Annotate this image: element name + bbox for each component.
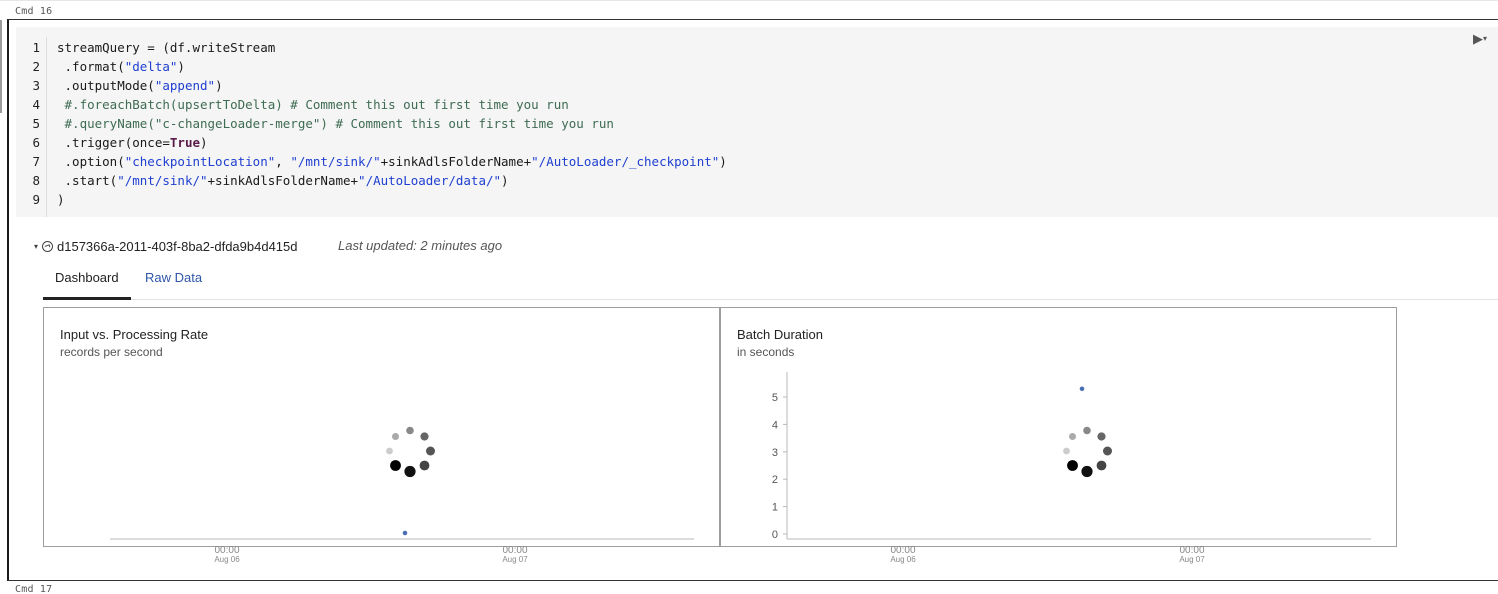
stream-header[interactable]: ▾ d157366a-2011-403f-8ba2-dfda9b4d415d	[34, 238, 298, 254]
line-number: 9	[32, 192, 40, 207]
collapse-toggle-icon[interactable]: ▾	[34, 242, 38, 251]
cell-label-cmd-16: Cmd 16	[15, 6, 53, 17]
x-tick-label: 00:00 Aug 06	[204, 546, 250, 565]
y-tick-label: 3	[772, 447, 778, 459]
line-number: 2	[32, 59, 40, 74]
line-number: 5	[32, 116, 40, 131]
top-divider	[0, 0, 1498, 1]
code-line[interactable]: )	[57, 192, 65, 207]
spinner-dot	[1097, 432, 1106, 441]
cell-resize-handle[interactable]	[0, 20, 2, 113]
stream-tabs: Dashboard Raw Data	[43, 262, 1498, 300]
spinner-dot	[1081, 465, 1093, 478]
x-tick-label: 00:00 Aug 07	[1169, 546, 1215, 565]
line-number: 8	[32, 173, 40, 188]
last-updated-text: Last updated: 2 minutes ago	[338, 238, 503, 253]
play-icon: ▶	[1473, 31, 1483, 46]
chevron-down-icon: ▾	[1483, 34, 1488, 43]
x-tick-label: 00:00 Aug 07	[492, 546, 538, 565]
y-tick-label: 1	[772, 502, 778, 514]
spinner-dot	[426, 446, 435, 456]
cell-label-cmd-17: Cmd 17	[15, 584, 53, 594]
tab-raw-data[interactable]: Raw Data	[145, 262, 215, 300]
x-tick-date: Aug 07	[502, 555, 528, 564]
code-line[interactable]: streamQuery = (df.writeStream	[57, 40, 275, 55]
line-number: 7	[32, 154, 40, 169]
loading-spinner-icon	[1063, 426, 1112, 478]
code-editor[interactable]: 1 2 3 4 5 6 7 8 9 streamQuery = (df.writ…	[16, 27, 1498, 217]
line-number: 3	[32, 78, 40, 93]
line-number: 1	[32, 40, 40, 55]
code-line[interactable]: .option("checkpointLocation", "/mnt/sink…	[57, 154, 727, 169]
x-tick-date: Aug 07	[1179, 555, 1205, 564]
tab-dashboard[interactable]: Dashboard	[43, 262, 131, 300]
spinner-dot	[1096, 460, 1107, 471]
spinner-dot	[404, 465, 416, 478]
gauge-icon	[42, 240, 54, 252]
x-tick-label: 00:00 Aug 06	[880, 546, 926, 565]
line-number: 4	[32, 97, 40, 112]
batch-duration-chart: 0 1 2 3 4 5	[772, 372, 1371, 541]
code-line[interactable]: #.foreachBatch(upsertToDelta) # Comment …	[57, 97, 569, 112]
input-rate-chart	[110, 426, 694, 540]
spinner-dot	[1063, 447, 1070, 455]
stream-id: d157366a-2011-403f-8ba2-dfda9b4d415d	[57, 238, 298, 254]
line-number: 6	[32, 135, 40, 150]
code-line[interactable]: .format("delta")	[57, 59, 185, 74]
y-tick-label: 2	[772, 474, 778, 486]
line-number-gutter: 1 2 3 4 5 6 7 8 9	[16, 37, 47, 217]
spinner-dot	[1067, 460, 1078, 471]
spinner-dot	[390, 460, 401, 471]
x-tick-date: Aug 06	[214, 555, 240, 564]
code-line[interactable]: .outputMode("append")	[57, 78, 223, 93]
spinner-dot	[1103, 446, 1112, 456]
spinner-dot	[1069, 433, 1077, 441]
y-tick-label: 0	[772, 529, 778, 541]
spinner-dot	[419, 460, 430, 471]
spinner-dot	[1083, 426, 1091, 435]
code-line[interactable]: #.queryName("c-changeLoader-merge") # Co…	[57, 116, 614, 131]
spinner-dot	[420, 432, 429, 441]
code-line[interactable]: .trigger(once=True)	[57, 135, 208, 150]
loading-spinner-icon	[386, 426, 435, 478]
x-tick-date: Aug 06	[890, 555, 916, 564]
y-tick-label: 5	[772, 392, 778, 404]
data-point[interactable]	[1079, 386, 1085, 392]
run-cell-button[interactable]: ▶▾	[1473, 31, 1487, 47]
code-line[interactable]: .start("/mnt/sink/"+sinkAdlsFolderName+"…	[57, 173, 509, 188]
spinner-dot	[386, 447, 393, 455]
data-point[interactable]	[402, 530, 408, 536]
spinner-dot	[392, 433, 400, 441]
spinner-dot	[406, 426, 414, 435]
y-tick-label: 4	[772, 419, 778, 431]
